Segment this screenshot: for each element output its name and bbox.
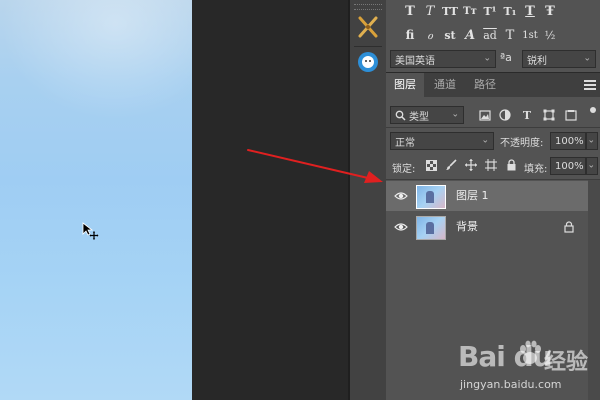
contextual-alternates-button[interactable]: ℴ xyxy=(420,28,440,43)
strip-grip[interactable] xyxy=(354,4,382,10)
layer-filter-select[interactable]: 类型 ⌄ xyxy=(390,106,464,124)
ordinals-button[interactable]: 1st xyxy=(520,30,540,41)
chevron-down-icon: ⌄ xyxy=(451,109,459,120)
faux-bold-button[interactable]: T xyxy=(400,4,420,19)
tool-presets-icon[interactable] xyxy=(356,14,380,42)
fill-input[interactable]: 100% xyxy=(550,157,586,175)
eye-visibility-icon[interactable] xyxy=(394,220,408,234)
opentype-buttons: fi ℴ st A ad T 1st ½ xyxy=(400,24,560,46)
layer-row[interactable]: 背景 xyxy=(386,212,590,242)
layer-name[interactable]: 图层 1 xyxy=(456,181,489,211)
chevron-down-icon: ⌄ xyxy=(483,53,491,64)
fill-dropdown[interactable]: ⌄ xyxy=(586,157,598,175)
panel-menu-icon[interactable] xyxy=(584,80,596,90)
lock-all-icon[interactable] xyxy=(504,158,518,172)
swash-button[interactable]: A xyxy=(460,28,480,43)
lock-image-pixels-icon[interactable] xyxy=(444,158,458,172)
pixel-layer-filter-icon[interactable] xyxy=(478,108,492,122)
lock-position-icon[interactable] xyxy=(464,158,478,172)
opacity-input[interactable]: 100% xyxy=(550,132,586,150)
eye-visibility-icon[interactable] xyxy=(394,189,408,203)
antialias-select-value: 锐利 xyxy=(527,55,547,67)
fractions-button[interactable]: ½ xyxy=(540,29,560,42)
language-select-value: 美国英语 xyxy=(395,55,435,67)
stylistic-alternates-button[interactable]: ad xyxy=(480,29,500,42)
collapsed-panels-strip xyxy=(348,0,388,400)
titling-alternates-button[interactable]: T xyxy=(500,28,520,43)
antialias-select[interactable]: 锐利 ⌄ xyxy=(522,50,596,68)
move-cursor-icon xyxy=(82,222,99,240)
all-caps-button[interactable]: TT xyxy=(440,5,460,18)
pasteboard xyxy=(192,0,348,400)
red-arrow-annotation xyxy=(247,149,383,183)
layer-thumbnail xyxy=(416,216,446,240)
chevron-down-icon: ⌄ xyxy=(587,135,595,146)
lock-transparent-pixels-icon[interactable] xyxy=(424,158,438,172)
shape-layer-filter-icon[interactable] xyxy=(542,108,556,122)
tab-channels[interactable]: 通道 xyxy=(426,73,464,97)
small-caps-button[interactable]: Tт xyxy=(460,6,480,17)
layer-row[interactable]: 图层 1 xyxy=(386,181,590,211)
blend-mode-select[interactable]: 正常 ⌄ xyxy=(390,132,494,150)
superscript-button[interactable]: T¹ xyxy=(480,5,500,18)
lock-artboard-icon[interactable] xyxy=(484,158,498,172)
subscript-button[interactable]: T₁ xyxy=(500,5,520,18)
fill-label: 填充: xyxy=(524,164,548,175)
faux-italic-button[interactable]: T xyxy=(420,4,440,19)
3d-character-icon[interactable] xyxy=(358,52,378,72)
watermark-url: jingyan.baidu.com xyxy=(460,378,562,391)
chevron-down-icon: ⌄ xyxy=(481,135,489,146)
layer-filter-value: 类型 xyxy=(409,111,429,123)
ligature-button[interactable]: fi xyxy=(400,28,420,42)
search-icon xyxy=(395,110,406,121)
watermark-text: 经验 xyxy=(544,350,589,375)
type-style-buttons: T T TT Tт T¹ T₁ T Ŧ xyxy=(400,0,560,22)
underline-button[interactable]: T xyxy=(520,4,540,19)
lock-label: 锁定: xyxy=(392,164,416,175)
type-layer-filter-icon[interactable]: T xyxy=(520,108,534,122)
opacity-value: 100% xyxy=(555,135,584,147)
chevron-down-icon: ⌄ xyxy=(583,53,591,64)
filter-toggle-icon[interactable] xyxy=(589,107,597,121)
tab-paths[interactable]: 路径 xyxy=(466,73,504,97)
layer-thumbnail xyxy=(416,185,446,209)
lock-icon xyxy=(564,221,574,233)
smart-object-filter-icon[interactable] xyxy=(564,108,578,122)
opacity-dropdown[interactable]: ⌄ xyxy=(586,132,598,150)
fill-value: 100% xyxy=(555,160,584,172)
discretionary-ligatures-button[interactable]: st xyxy=(440,29,460,42)
language-select[interactable]: 美国英语 ⌄ xyxy=(390,50,496,68)
layers-panel-tabs: 图层 通道 路径 xyxy=(386,72,600,97)
opacity-label: 不透明度: xyxy=(500,138,544,149)
tab-layers[interactable]: 图层 xyxy=(386,73,424,97)
paw-icon xyxy=(520,340,541,364)
blend-mode-value: 正常 xyxy=(395,137,415,149)
adjustment-layer-filter-icon[interactable] xyxy=(498,108,512,122)
baidu-jingyan-watermark: Bai du 经验 jingyan.baidu.com xyxy=(448,330,598,400)
document-canvas[interactable] xyxy=(0,0,192,400)
chevron-down-icon: ⌄ xyxy=(587,160,595,171)
strikethrough-button[interactable]: Ŧ xyxy=(540,4,560,19)
layer-name[interactable]: 背景 xyxy=(456,212,478,242)
antialias-label: ªa xyxy=(500,51,512,64)
